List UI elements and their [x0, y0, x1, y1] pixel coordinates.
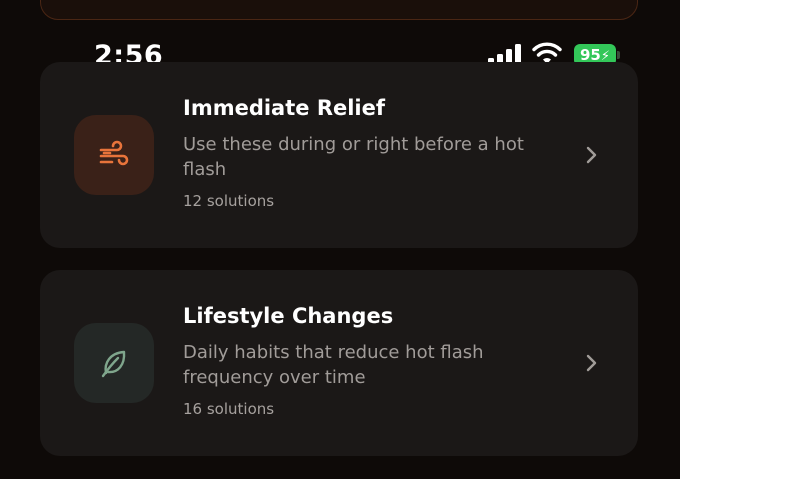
wind-icon	[99, 140, 129, 166]
leaf-icon	[101, 350, 126, 378]
category-icon-tile	[74, 323, 154, 403]
previous-card[interactable]	[40, 0, 638, 20]
card-solution-count: 16 solutions	[183, 400, 275, 418]
chevron-right-icon	[586, 354, 597, 372]
card-title: Lifestyle Changes	[183, 304, 394, 328]
card-title: Immediate Relief	[183, 96, 386, 120]
card-description: Use these during or right before a hot f…	[183, 134, 524, 180]
battery-cap	[617, 51, 620, 59]
card-description: Daily habits that reduce hot flash frequ…	[183, 342, 484, 388]
category-card-lifestyle-changes[interactable]: Lifestyle Changes Daily habits that redu…	[40, 270, 638, 456]
card-solution-count: 12 solutions	[183, 192, 275, 210]
app-screen: 2:56 95⚡ Immediate Relief Use these duri…	[0, 0, 680, 479]
category-icon-tile	[74, 115, 154, 195]
chevron-right-icon	[586, 146, 597, 164]
category-card-immediate-relief[interactable]: Immediate Relief Use these during or rig…	[40, 62, 638, 248]
